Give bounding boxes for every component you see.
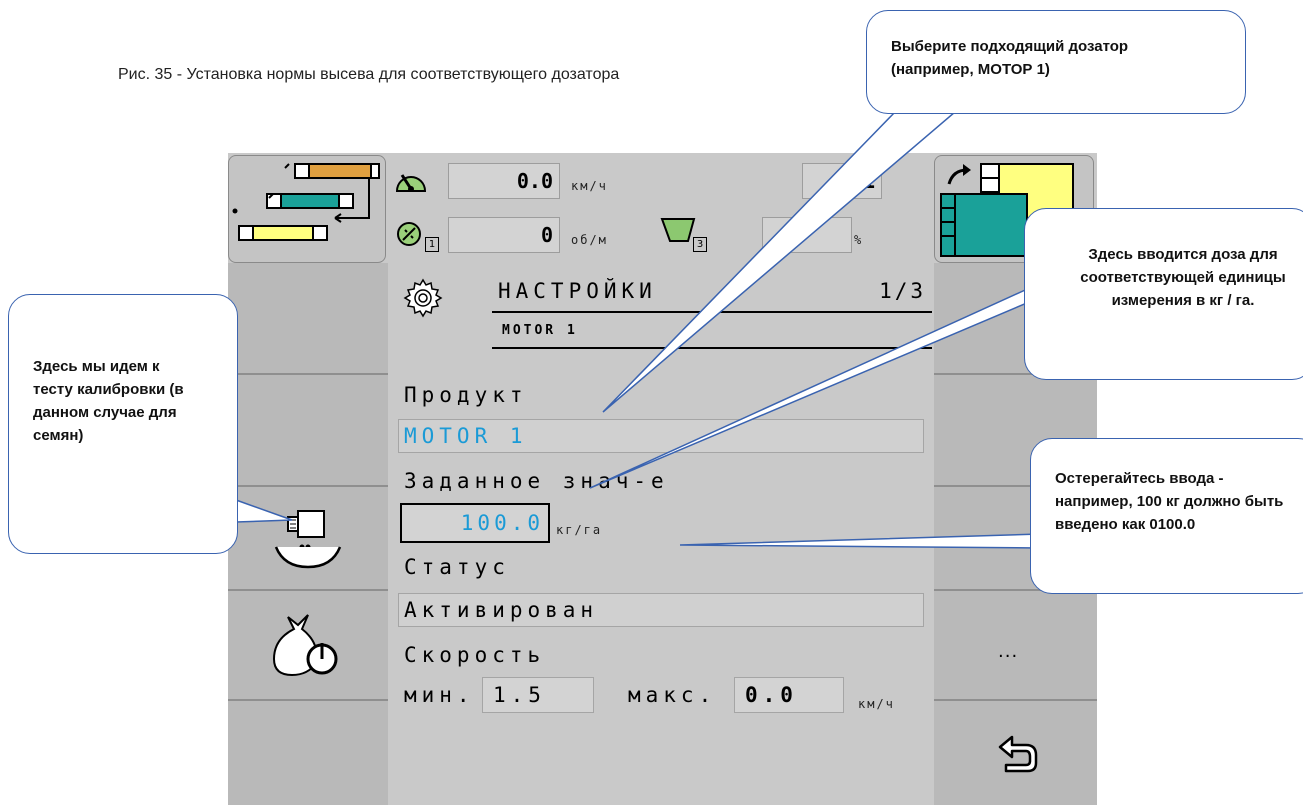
callout-input-warning-text: Остерегайтесь ввода - например, 100 кг д… bbox=[1055, 470, 1284, 533]
min-speed-label: мин. bbox=[404, 683, 475, 707]
page-indicator: 1/3 bbox=[879, 279, 926, 303]
left-softkey-5[interactable] bbox=[228, 701, 388, 805]
callout-dose-entry: Здесь вводится доза для соответствующей … bbox=[1024, 208, 1303, 380]
left-softkey-1[interactable] bbox=[228, 263, 388, 375]
dispenser-subtitle: MOTOR 1 bbox=[502, 323, 578, 338]
speed-range-unit: км/ч bbox=[858, 697, 895, 711]
header-divider bbox=[492, 347, 932, 349]
section-map-icon bbox=[232, 163, 380, 241]
left-softkey-bar bbox=[228, 263, 388, 805]
percent-unit: % bbox=[854, 233, 864, 247]
speed-range-label: Скорость bbox=[404, 643, 546, 667]
sensor-index-badge: 1 bbox=[425, 237, 439, 252]
more-options-icon: ... bbox=[998, 641, 1019, 662]
max-speed-label: макс. bbox=[628, 683, 717, 707]
top-status-bar: 0.0 км/ч 1 0 об/м 3 1 % bbox=[228, 153, 1097, 263]
section-map-button[interactable] bbox=[228, 155, 386, 263]
status-label: Статус bbox=[404, 555, 510, 579]
gear-icon bbox=[403, 278, 443, 318]
speed-unit: км/ч bbox=[571, 179, 608, 193]
product-emptying-button[interactable] bbox=[228, 591, 388, 701]
more-options-button[interactable]: ... bbox=[934, 591, 1097, 701]
back-button[interactable] bbox=[934, 701, 1097, 805]
target-rate-label: Заданное знач-е bbox=[404, 469, 669, 493]
rpm-value: 0 bbox=[448, 217, 560, 253]
back-arrow-icon bbox=[998, 735, 1038, 773]
hopper-index-badge: 3 bbox=[693, 237, 707, 252]
product-field[interactable]: MOTOR 1 bbox=[398, 419, 924, 453]
callout-calibration-test-text: Здесь мы идем к тесту калибровки (в данн… bbox=[33, 358, 184, 444]
page-title: НАСТРОЙКИ bbox=[498, 279, 657, 303]
product-label: Продукт bbox=[404, 383, 528, 407]
speed-value: 0.0 bbox=[448, 163, 560, 199]
callout-select-dispenser-text: Выберите подходящий дозатор (например, М… bbox=[891, 38, 1129, 78]
left-softkey-2[interactable] bbox=[228, 375, 388, 487]
figure-caption: Рис. 35 - Установка нормы высева для соо… bbox=[118, 66, 620, 83]
terminal-screen: 0.0 км/ч 1 0 об/м 3 1 % НАСТРОЙКИ 1/3 MO… bbox=[228, 153, 1097, 805]
seed-bag-power-icon bbox=[272, 614, 338, 677]
target-rate-input[interactable]: 100.0 bbox=[400, 503, 550, 543]
speedometer-icon bbox=[395, 174, 427, 192]
callout-calibration-test: Здесь мы идем к тесту калибровки (в данн… bbox=[8, 294, 238, 554]
rpm-unit: об/м bbox=[571, 233, 608, 247]
percent-box bbox=[762, 217, 852, 253]
target-rate-unit: кг/га bbox=[556, 523, 603, 537]
status-field[interactable]: Активирован bbox=[398, 593, 924, 627]
settings-panel: НАСТРОЙКИ 1/3 MOTOR 1 Продукт MOTOR 1 За… bbox=[388, 263, 932, 805]
callout-select-dispenser: Выберите подходящий дозатор (например, М… bbox=[866, 10, 1246, 114]
callout-input-warning: Остерегайтесь ввода - например, 100 кг д… bbox=[1030, 438, 1303, 594]
calibration-test-button[interactable] bbox=[228, 487, 388, 591]
calibration-test-icon bbox=[274, 510, 342, 569]
title-divider bbox=[492, 311, 932, 313]
max-speed-input[interactable]: 0.0 bbox=[734, 677, 844, 713]
rpm-sensor-icon bbox=[397, 222, 421, 246]
callout-dose-entry-text: Здесь вводится доза для соответствующей … bbox=[1080, 246, 1286, 309]
counter-value: 1 bbox=[802, 163, 882, 199]
min-speed-input[interactable]: 1.5 bbox=[482, 677, 594, 713]
